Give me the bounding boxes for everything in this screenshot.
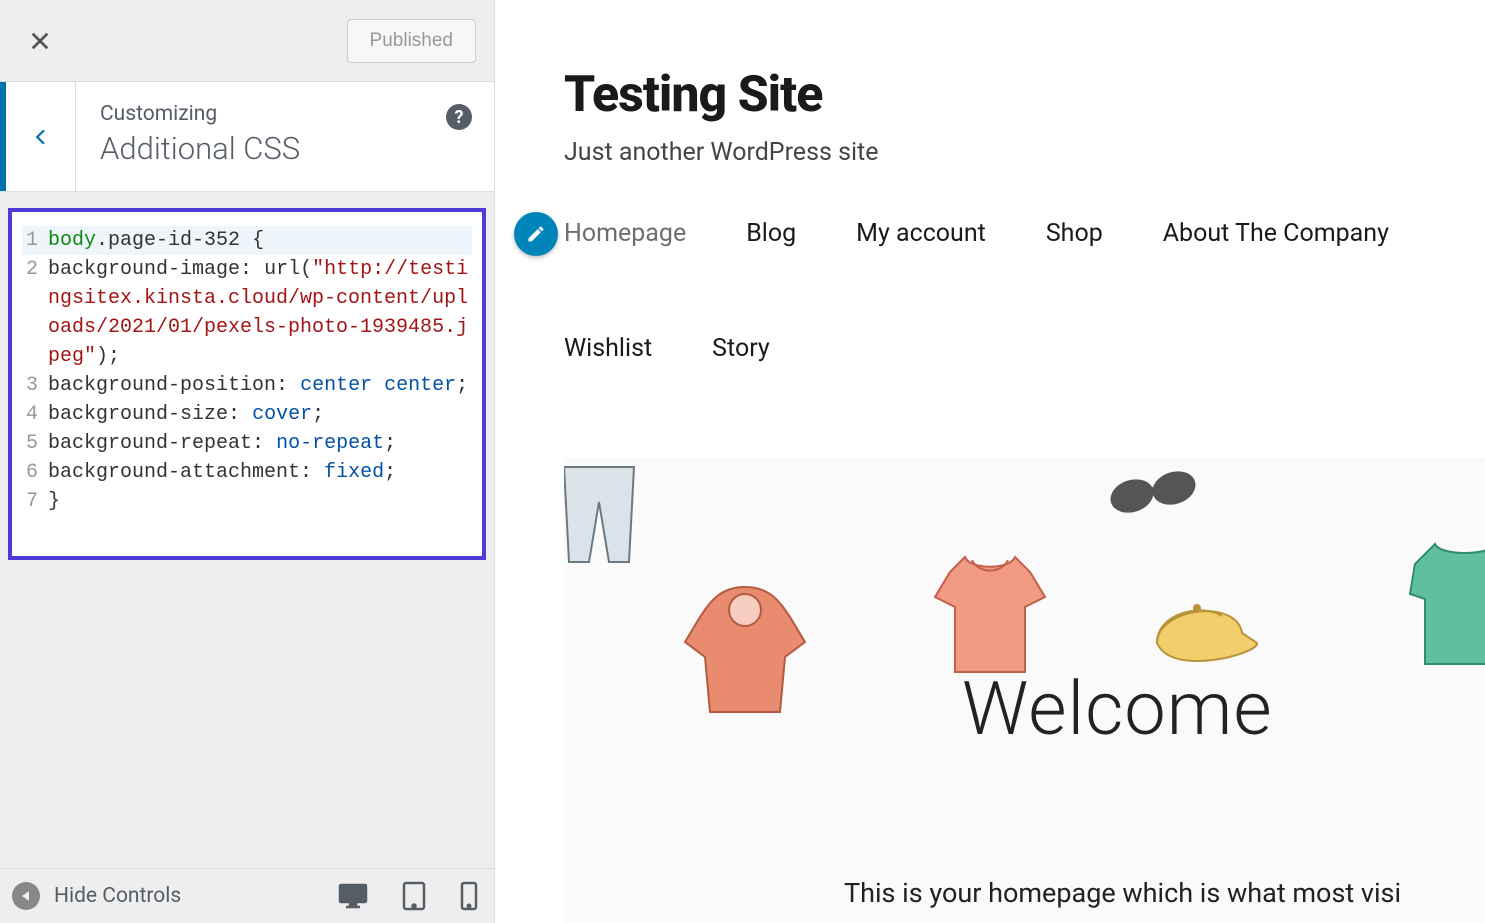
code-line[interactable]: 3background-position: center center;: [22, 371, 472, 400]
code-line[interactable]: 4background-size: cover;: [22, 400, 472, 429]
tablet-view-button[interactable]: [402, 881, 426, 911]
line-number: 2: [22, 255, 48, 371]
site-title[interactable]: Testing Site: [564, 66, 1415, 124]
customizer-sidebar: Published Customizing Additional CSS ? 1…: [0, 0, 494, 868]
code-line[interactable]: 2background-image: url("http://testingsi…: [22, 255, 472, 371]
css-editor[interactable]: 1body.page-id-352 {2background-image: ur…: [8, 208, 486, 560]
tshirt-illustration: [930, 552, 1050, 682]
line-number: 1: [22, 226, 48, 255]
hero-heading: Welcome: [962, 666, 1273, 753]
nav-link-shop[interactable]: Shop: [1046, 211, 1103, 256]
customizer-footer: Hide Controls: [0, 868, 494, 923]
line-number: 3: [22, 371, 48, 400]
hoodie-illustration: [680, 582, 810, 722]
cap-illustration: [1142, 588, 1262, 678]
back-button[interactable]: [6, 82, 76, 191]
device-toggles: [338, 881, 478, 911]
pencil-icon: [526, 224, 546, 244]
close-customizer-button[interactable]: [18, 19, 62, 63]
help-icon: ?: [455, 107, 464, 128]
code-text[interactable]: background-size: cover;: [48, 400, 472, 429]
pants-illustration: [564, 462, 644, 572]
customizer-topbar: Published: [0, 0, 494, 82]
nav-link-homepage[interactable]: Homepage: [564, 211, 686, 256]
sunglasses-illustration: [1104, 466, 1204, 526]
code-line[interactable]: 6background-attachment: fixed;: [22, 458, 472, 487]
edit-shortcut-button[interactable]: [514, 212, 558, 256]
section-title: Additional CSS: [100, 130, 470, 167]
code-text[interactable]: background-repeat: no-repeat;: [48, 429, 472, 458]
mobile-icon: [460, 881, 478, 911]
nav-link-about-the-company[interactable]: About The Company: [1163, 211, 1389, 256]
line-number: 7: [22, 487, 48, 516]
line-number: 5: [22, 429, 48, 458]
collapse-sidebar-button[interactable]: [12, 882, 40, 910]
line-number: 6: [22, 458, 48, 487]
hero-subtext: This is your homepage which is what most…: [844, 877, 1401, 909]
code-text[interactable]: body.page-id-352 {: [48, 226, 472, 255]
publish-button[interactable]: Published: [347, 19, 476, 63]
code-text[interactable]: background-image: url("http://testingsit…: [48, 255, 472, 371]
triangle-left-icon: [20, 890, 32, 902]
line-number: 4: [22, 400, 48, 429]
nav-link-wishlist[interactable]: Wishlist: [564, 326, 652, 371]
code-text[interactable]: }: [48, 487, 472, 516]
code-text[interactable]: background-position: center center;: [48, 371, 472, 400]
desktop-view-button[interactable]: [338, 881, 368, 911]
site-tagline: Just another WordPress site: [564, 138, 1415, 167]
tablet-icon: [402, 881, 426, 911]
hero-section: Welcome This is your homepage which is w…: [564, 458, 1485, 923]
nav-link-story[interactable]: Story: [712, 326, 770, 371]
chevron-left-icon: [32, 123, 50, 151]
code-line[interactable]: 1body.page-id-352 {: [22, 226, 472, 255]
desktop-icon: [338, 883, 368, 909]
primary-nav: Homepage Blog My account Shop About The Comp…: [564, 211, 1485, 371]
help-button[interactable]: ?: [446, 104, 472, 130]
preview-pane: Testing Site Just another WordPress site…: [494, 0, 1485, 923]
mobile-view-button[interactable]: [460, 881, 478, 911]
hide-controls-label[interactable]: Hide Controls: [54, 884, 181, 908]
nav-link-my-account[interactable]: My account: [856, 211, 986, 256]
customizing-label: Customizing: [100, 102, 470, 126]
sweater-illustration: [1405, 534, 1485, 674]
code-line[interactable]: 7}: [22, 487, 472, 516]
code-line[interactable]: 5background-repeat: no-repeat;: [22, 429, 472, 458]
nav-link-blog[interactable]: Blog: [746, 211, 796, 256]
close-icon: [29, 30, 51, 52]
section-header: Customizing Additional CSS ?: [0, 82, 494, 192]
code-text[interactable]: background-attachment: fixed;: [48, 458, 472, 487]
site-header: Testing Site Just another WordPress site: [494, 0, 1485, 167]
preview-divider: [494, 0, 495, 923]
